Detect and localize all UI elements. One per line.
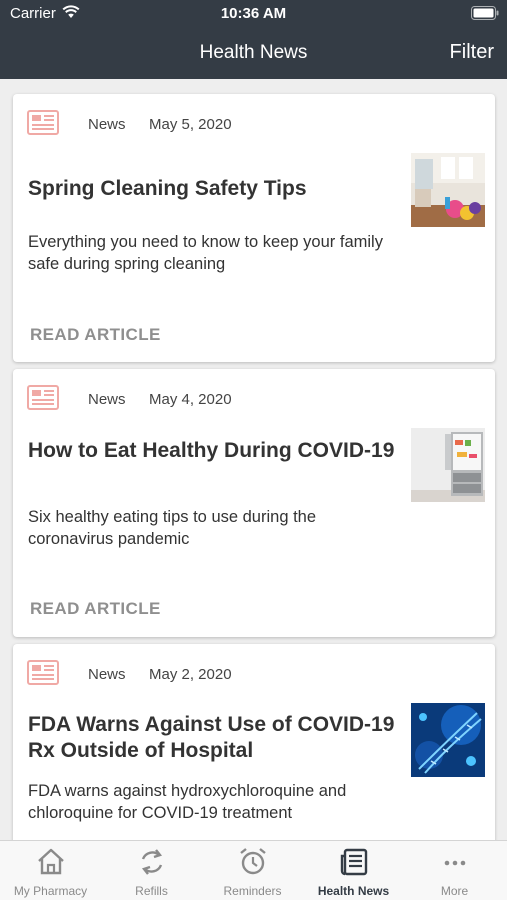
article-category: News <box>88 116 126 133</box>
tab-label: My Pharmacy <box>13 884 88 898</box>
article-title[interactable]: FDA Warns Against Use of COVID-19 Rx Out… <box>28 712 400 764</box>
tab-label: Reminders <box>223 884 282 898</box>
article-category: News <box>88 666 126 683</box>
tab-label: Refills <box>135 884 168 898</box>
article-title[interactable]: How to Eat Healthy During COVID-19 <box>28 438 400 464</box>
tab-label: More <box>440 884 469 898</box>
tab-my-pharmacy[interactable]: My Pharmacy <box>0 841 101 900</box>
tab-health-news[interactable]: Health News <box>303 841 404 900</box>
page-title: Health News <box>199 42 308 63</box>
tab-refills[interactable]: Refills <box>101 841 202 900</box>
article-date: May 4, 2020 <box>149 391 232 408</box>
app-header: Carrier 10:36 AM Health News Filter <box>0 0 507 79</box>
tab-reminders[interactable]: Reminders <box>202 841 303 900</box>
article-card[interactable]: News May 2, 2020 FDA Warns Against Use o… <box>13 644 495 840</box>
newspaper-icon <box>27 660 59 685</box>
newspaper-icon <box>27 385 59 410</box>
article-summary: Six healthy eating tips to use during th… <box>28 508 317 548</box>
status-bar: Carrier 10:36 AM <box>0 0 507 28</box>
newspaper-icon <box>27 110 59 135</box>
status-time: 10:36 AM <box>220 5 287 22</box>
virus-dna-thumbnail[interactable] <box>411 703 485 777</box>
article-date: May 2, 2020 <box>149 666 232 683</box>
article-summary: Everything you need to know to keep your… <box>28 233 383 273</box>
newspaper-icon <box>340 848 368 876</box>
article-summary: FDA warns against hydroxychloroquine and… <box>28 782 347 822</box>
filter-button[interactable]: Filter <box>450 41 494 64</box>
tab-bar: My Pharmacy Refills Reminders Health New… <box>0 840 507 900</box>
article-category: News <box>88 391 126 408</box>
read-article-button[interactable]: READ ARTICLE <box>30 325 161 345</box>
read-article-button[interactable]: READ ARTICLE <box>30 599 161 619</box>
news-feed[interactable]: News May 5, 2020 Spring Cleaning Safety … <box>0 79 507 840</box>
refresh-icon <box>141 849 163 875</box>
tab-label: Health News <box>317 884 390 898</box>
cleaning-room-thumbnail[interactable] <box>411 153 485 227</box>
more-dots-icon <box>444 860 466 866</box>
article-date: May 5, 2020 <box>149 116 232 133</box>
article-card[interactable]: News May 4, 2020 How to Eat Healthy Duri… <box>13 369 495 637</box>
tab-more[interactable]: More <box>404 841 505 900</box>
refrigerator-thumbnail[interactable] <box>411 428 485 502</box>
home-icon <box>38 848 64 875</box>
article-card[interactable]: News May 5, 2020 Spring Cleaning Safety … <box>13 94 495 362</box>
alarm-clock-icon <box>240 848 266 875</box>
article-title[interactable]: Spring Cleaning Safety Tips <box>28 176 400 202</box>
battery-icon <box>471 6 499 20</box>
